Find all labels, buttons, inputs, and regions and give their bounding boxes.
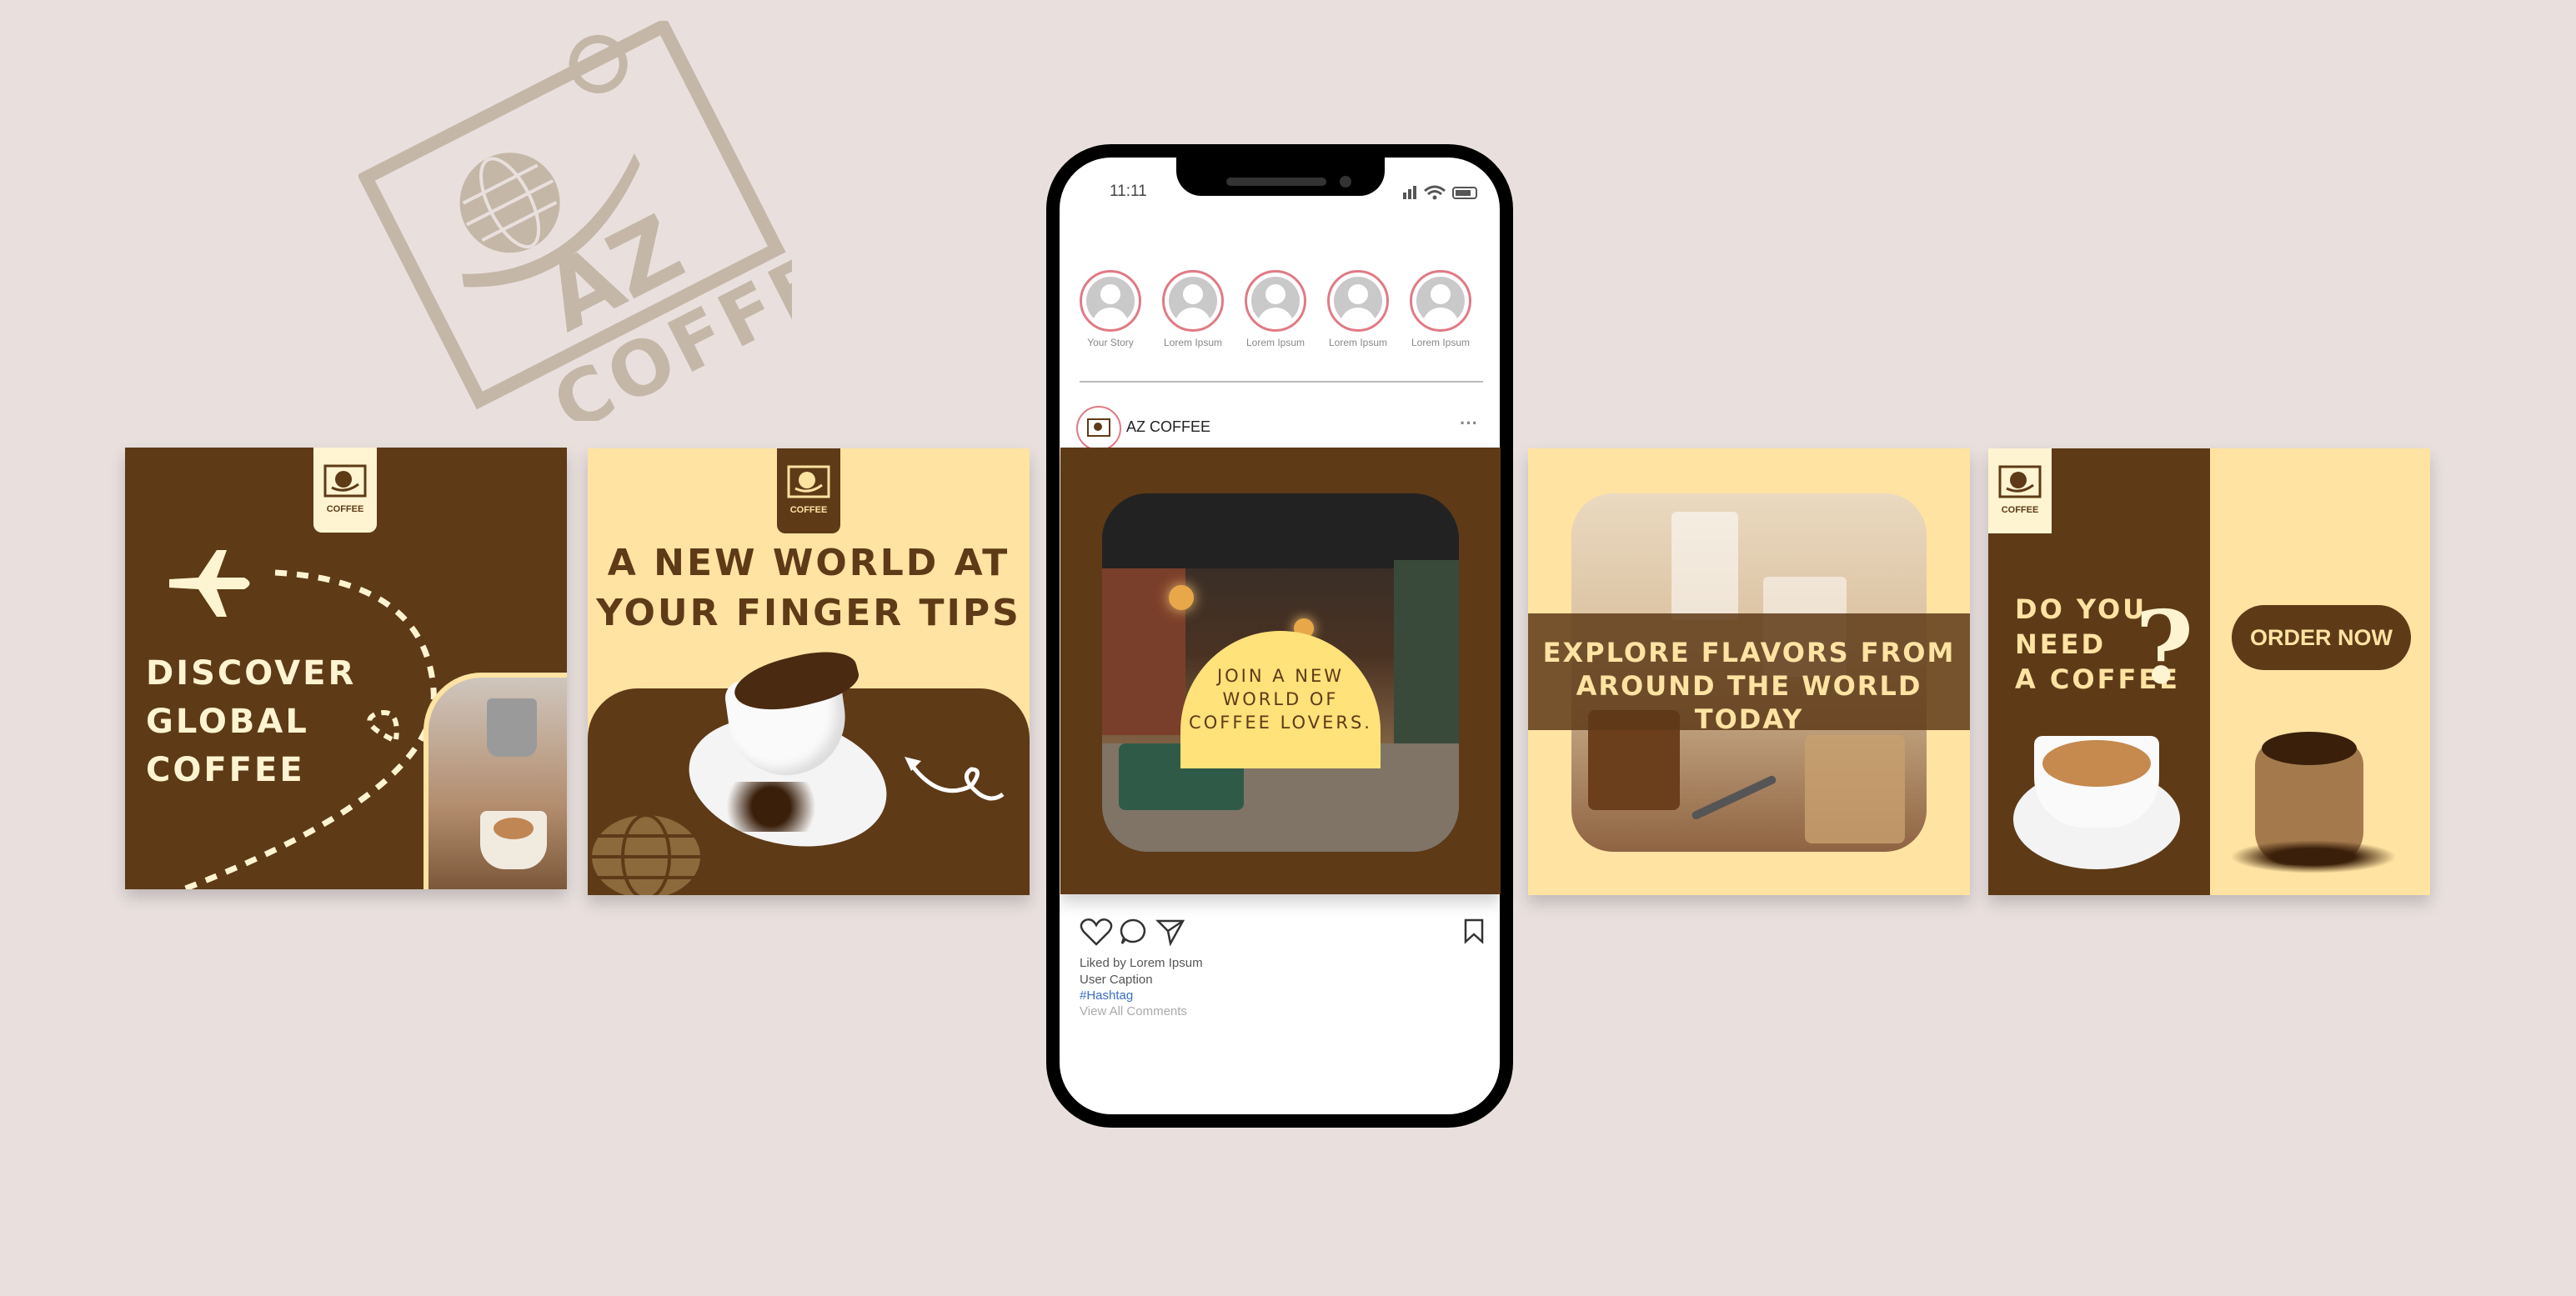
- story-item[interactable]: Lorem Ipsum: [1245, 270, 1306, 348]
- logo-icon: [787, 465, 830, 498]
- headline-line-2: WORLD OF: [1222, 689, 1339, 709]
- airplane-icon: [169, 550, 250, 617]
- headline-line-2: YOUR FINGER TIPS: [596, 592, 1021, 634]
- heart-icon[interactable]: [1080, 918, 1113, 946]
- story-item[interactable]: Lorem Ipsum: [1410, 270, 1471, 348]
- bookmark-icon[interactable]: [1463, 918, 1485, 944]
- headline-line-2: GLOBAL: [146, 703, 309, 741]
- scattered-beans: [2230, 840, 2397, 873]
- post-discover-global-coffee[interactable]: COFFEE DISCOVER GLOBAL COFFEE: [125, 448, 567, 889]
- badge-brand: COFFEE: [789, 505, 828, 515]
- story-item[interactable]: Lorem Ipsum: [1327, 270, 1389, 348]
- phone-camera: [1340, 176, 1351, 188]
- headline-line-1: DISCOVER: [146, 654, 357, 693]
- post-new-world-finger-tips[interactable]: COFFEE A NEW WORLD AT YOUR FINGER TIPS: [588, 448, 1030, 895]
- story-label: Lorem Ipsum: [1163, 337, 1223, 348]
- logo-icon: [1087, 418, 1110, 437]
- latte-pouring-photo: [423, 673, 567, 889]
- more-options-icon[interactable]: ···: [1460, 413, 1478, 434]
- phone-notch: [1176, 156, 1385, 196]
- status-time: 11:11: [1110, 183, 1147, 200]
- coffee-beans-image: [713, 782, 829, 832]
- headline-line-1: EXPLORE FLAVORS FROM: [1542, 637, 1956, 668]
- user-caption: User Caption: [1080, 973, 1153, 987]
- cafe-interior-photo: JOIN A NEW WORLD OF COFFEE LOVERS.: [1102, 493, 1459, 852]
- headline-line-3: COFFEE: [146, 751, 305, 789]
- brand-badge: COFFEE: [1988, 448, 2052, 533]
- post-explore-flavors[interactable]: EXPLORE FLAVORS FROM AROUND THE WORLD TO…: [1528, 448, 1970, 895]
- stories-divider: [1080, 381, 1483, 383]
- story-label: Lorem Ipsum: [1411, 337, 1471, 348]
- order-now-button[interactable]: ORDER NOW: [2232, 605, 2411, 670]
- watermark-logo: AZ COFFEE: [358, 21, 792, 421]
- latte-art: [2042, 740, 2151, 787]
- headline-line-1: A NEW WORLD AT: [607, 542, 1010, 584]
- headline-line-3: COFFEE LOVERS.: [1189, 713, 1372, 733]
- logo-icon: [323, 464, 367, 498]
- post-author-name[interactable]: AZ COFFEE: [1126, 418, 1210, 436]
- story-label: Lorem Ipsum: [1328, 337, 1388, 348]
- hashtag-link[interactable]: #Hashtag: [1080, 988, 1133, 1003]
- badge-brand: COFFEE: [326, 504, 364, 514]
- logo-icon: [1998, 465, 2042, 498]
- status-icons: [1403, 185, 1477, 200]
- coffee-beans-top: [2262, 732, 2357, 765]
- headline-line-2: AROUND THE WORLD TODAY: [1576, 670, 1922, 735]
- brand-badge: COFFEE: [777, 448, 840, 533]
- story-label: Your Story: [1087, 337, 1134, 348]
- globe-icon: [592, 813, 700, 895]
- brand-badge: COFFEE: [313, 448, 377, 533]
- comment-icon[interactable]: [1120, 918, 1148, 946]
- story-item[interactable]: Lorem Ipsum: [1162, 270, 1224, 348]
- post-do-you-need-coffee[interactable]: COFFEE DO YOU NEED A COFFEE ? ORDER NOW: [1988, 448, 2430, 895]
- story-label: Lorem Ipsum: [1245, 337, 1306, 348]
- view-comments-link[interactable]: View All Comments: [1080, 1004, 1187, 1018]
- headline-line-1: JOIN A NEW: [1216, 666, 1345, 686]
- liked-by[interactable]: Liked by Lorem Ipsum: [1080, 956, 1203, 970]
- swirl-arrow-icon: [905, 757, 1005, 801]
- post-author-avatar[interactable]: [1076, 406, 1121, 451]
- post-join-coffee-lovers[interactable]: JOIN A NEW WORLD OF COFFEE LOVERS.: [1060, 448, 1501, 894]
- share-icon[interactable]: [1155, 918, 1185, 946]
- badge-brand: COFFEE: [2001, 505, 2039, 515]
- question-mark: ?: [2135, 589, 2194, 707]
- phone-speaker: [1226, 178, 1326, 186]
- story-your-story[interactable]: Your Story: [1080, 270, 1141, 348]
